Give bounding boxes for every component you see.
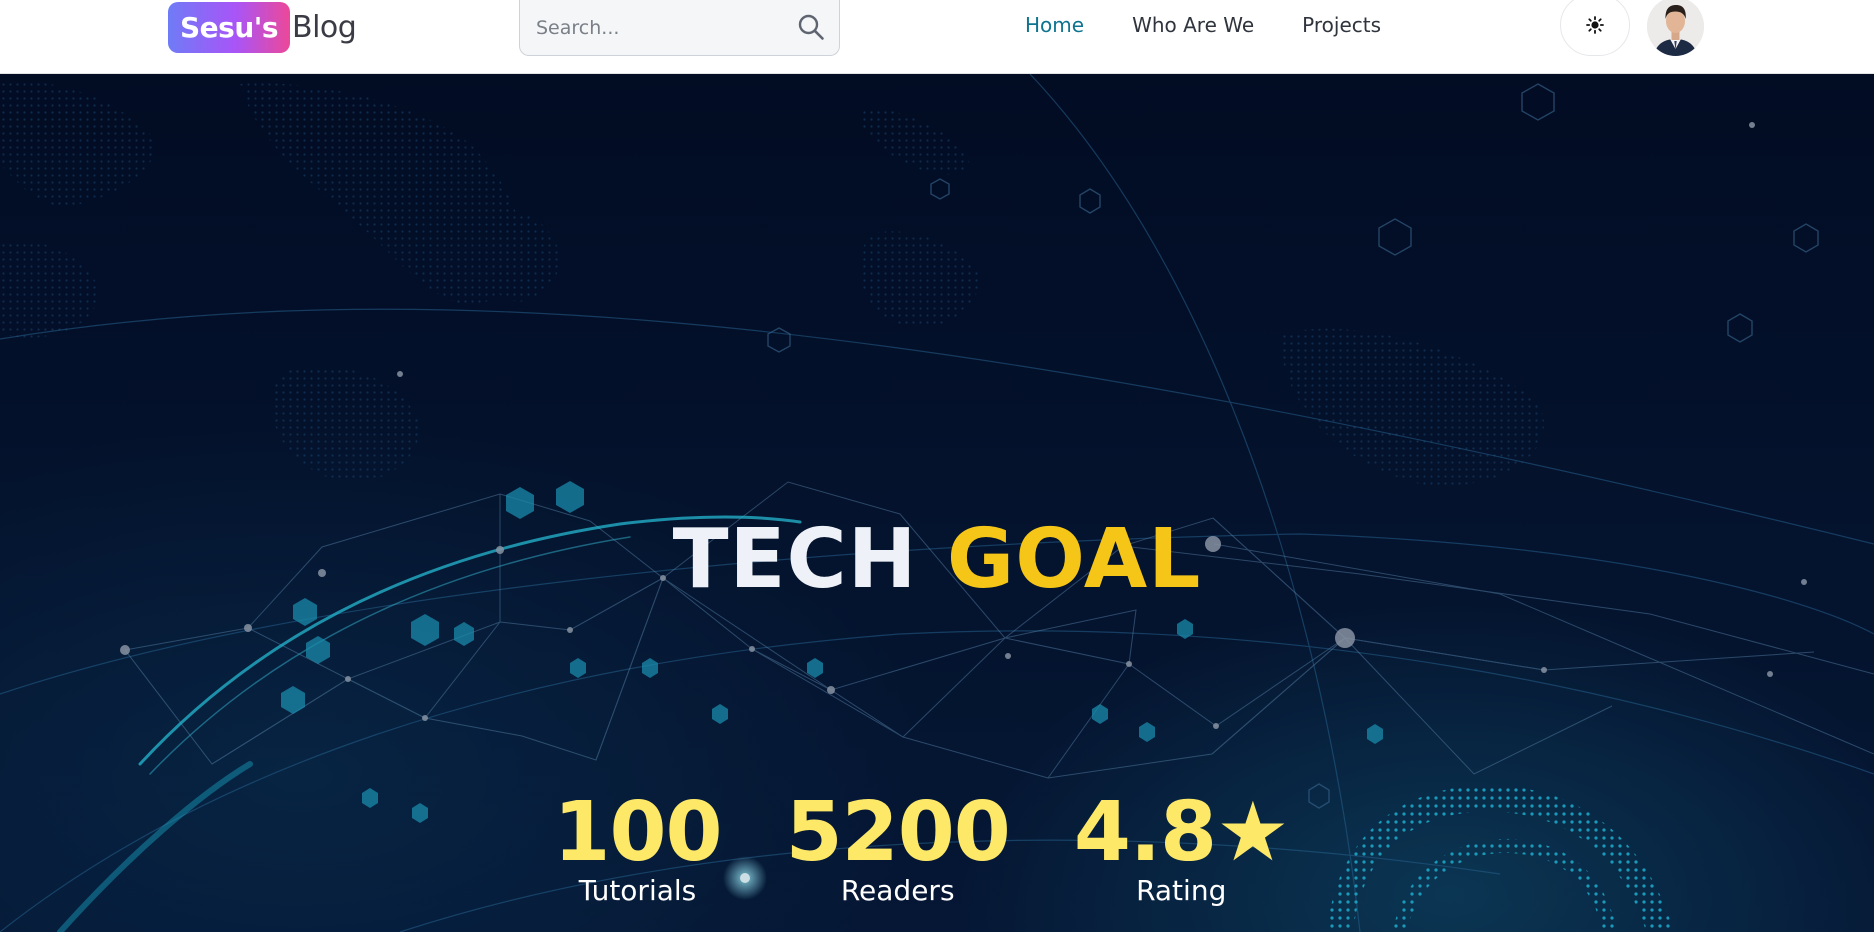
stat-label: Readers [840,874,955,907]
logo-text: Blog [292,9,357,45]
hero-section: TECH GOAL 100 Tutorials 5200 Readers 4.8… [0,74,1874,932]
search-box [519,0,840,56]
main-nav: Home Who Are We Projects [1025,13,1381,37]
theme-toggle-button[interactable] [1560,0,1630,56]
stat-readers: 5200 Readers [785,785,1011,907]
search-icon[interactable] [796,12,826,42]
stat-label: Rating [1136,874,1227,907]
nav-link-who-are-we[interactable]: Who Are We [1132,13,1254,37]
logo-badge: Sesu's [168,1,290,53]
search-input[interactable] [534,12,774,44]
stat-value: 4.8★ [1073,785,1290,880]
hero-title-word-tech: TECH [672,511,918,607]
stat-label: Tutorials [578,874,697,907]
stat-rating: 4.8★ Rating [1073,785,1290,907]
user-avatar[interactable] [1647,0,1704,56]
user-avatar-icon [1647,0,1704,56]
navbar: Sesu's Blog Home Who Are We Projects [0,0,1874,74]
nav-link-projects[interactable]: Projects [1302,13,1381,37]
hero-title-word-goal: GOAL [946,511,1202,607]
stat-value: 5200 [785,785,1011,880]
nav-link-home[interactable]: Home [1025,13,1084,37]
sun-icon [1586,16,1604,34]
hero-title: TECH GOAL [0,518,1874,601]
stat-value: 100 [553,785,722,880]
stats-row: 100 Tutorials 5200 Readers 4.8★ Rating [0,792,1874,907]
stat-tutorials: 100 Tutorials [553,785,722,907]
site-logo[interactable]: Sesu's Blog [168,1,357,53]
